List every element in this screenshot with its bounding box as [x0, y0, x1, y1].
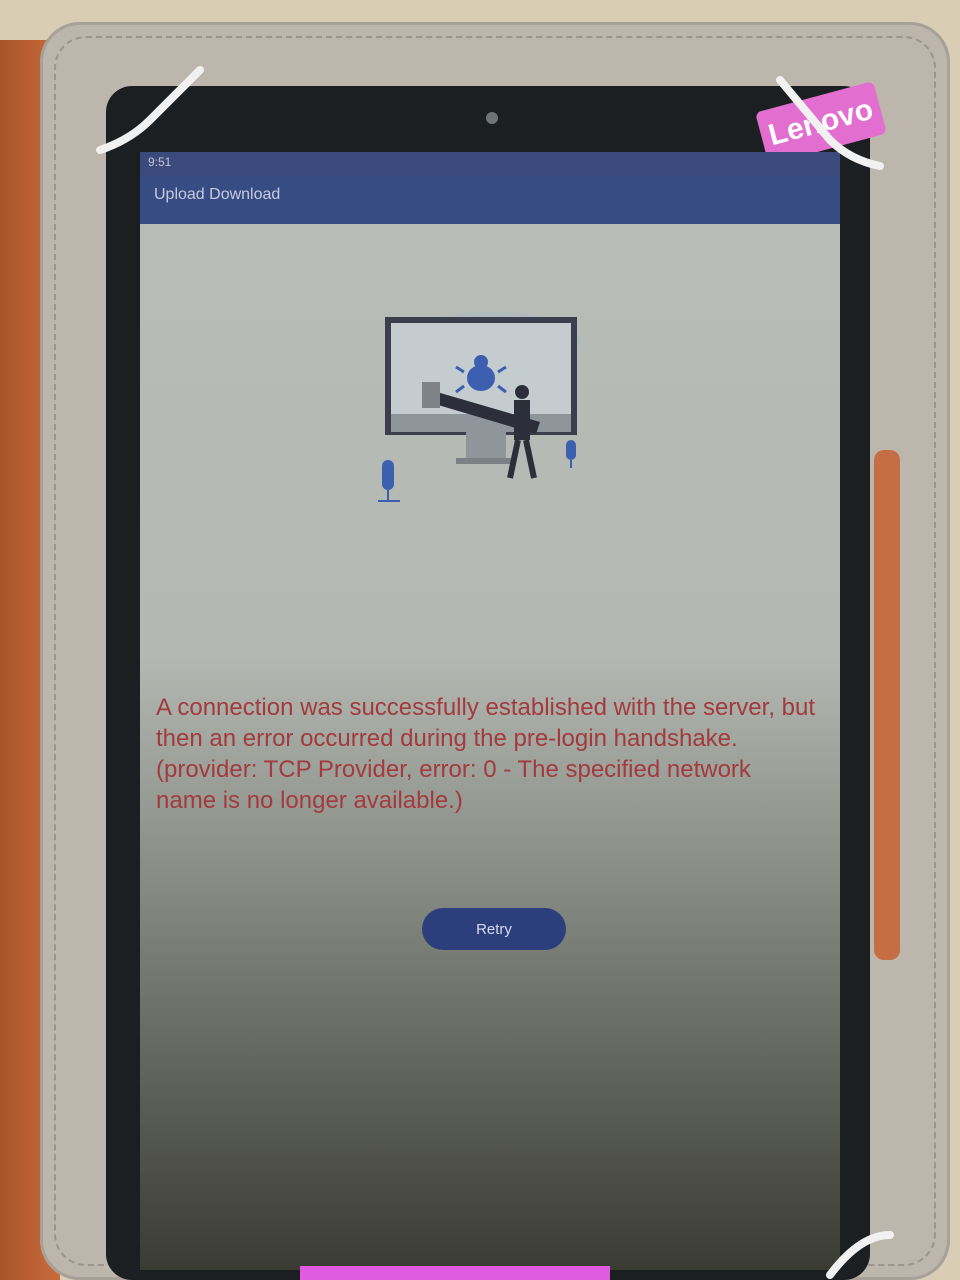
app-screen: 9:51 Upload Download A connection was su… [140, 152, 840, 1270]
status-bar: 9:51 [140, 152, 840, 176]
case-clip-bottom-right [826, 1231, 894, 1279]
case-clip-top-left [96, 66, 204, 154]
bottom-sticker [300, 1266, 610, 1280]
case-clip-top-right [776, 76, 884, 170]
bug-fixing-illustration-icon [370, 302, 600, 517]
front-camera-icon [486, 112, 498, 124]
case-strap-right [874, 450, 900, 960]
retry-button[interactable]: Retry [422, 908, 566, 950]
app-bar: Upload Download [140, 176, 840, 224]
error-message: A connection was successfully establishe… [156, 694, 816, 814]
app-title: Upload Download [154, 186, 281, 203]
